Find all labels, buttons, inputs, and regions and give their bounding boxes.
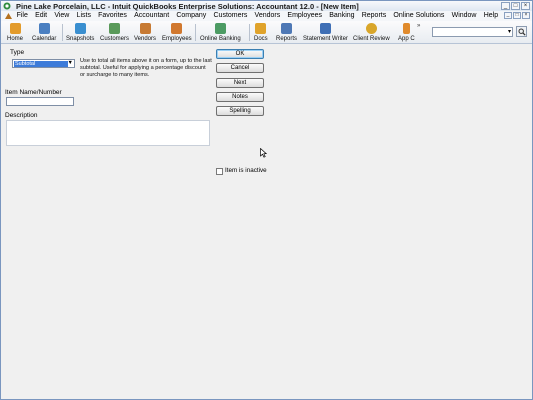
menu-window[interactable]: Window <box>448 11 480 21</box>
toolbar-separator <box>249 24 250 41</box>
client-review-icon <box>365 23 377 34</box>
search-icon <box>518 28 526 36</box>
toolbar-vendors[interactable]: Vendors <box>134 22 156 43</box>
description-label: Description <box>5 112 38 119</box>
toolbar-more-icon[interactable]: » <box>417 23 420 29</box>
menu-lists[interactable]: Lists <box>73 11 95 21</box>
child-minimize-icon[interactable]: _ <box>504 12 512 19</box>
home-icon <box>9 23 21 34</box>
reports-icon <box>281 23 292 34</box>
notes-button[interactable]: Notes <box>216 92 264 102</box>
menu-edit[interactable]: Edit <box>31 11 50 21</box>
toolbar-client-review[interactable]: Client Review <box>353 22 390 43</box>
toolbar-customers[interactable]: Customers <box>100 22 129 43</box>
menu-help[interactable]: Help <box>480 11 502 21</box>
toolbar-statement-writer[interactable]: Statement Writer <box>303 22 348 43</box>
next-button[interactable]: Next <box>216 78 264 88</box>
mouse-cursor-icon <box>260 148 267 158</box>
app-center-icon <box>402 23 410 34</box>
type-label: Type <box>10 49 25 56</box>
menu-customers[interactable]: Customers <box>210 11 251 21</box>
title-bar: Pine Lake Porcelain, LLC - Intuit QuickB… <box>1 1 532 11</box>
type-dropdown[interactable]: Subtotal ▼ <box>12 59 75 68</box>
customers-icon <box>109 23 120 34</box>
menu-employees[interactable]: Employees <box>284 11 326 21</box>
statement-writer-icon <box>319 23 331 34</box>
menu-file[interactable]: File <box>13 11 31 21</box>
type-help-text: Use to total all items above it on a for… <box>80 58 212 78</box>
toolbar-calendar[interactable]: Calendar <box>32 22 56 43</box>
toolbar-online-banking[interactable]: Online Banking <box>200 22 241 43</box>
item-name-label: Item Name/Number <box>5 89 62 96</box>
menu-favorites[interactable]: Favorites <box>95 11 131 21</box>
description-field[interactable] <box>6 120 210 146</box>
toolbar-docs[interactable]: Docs <box>254 22 268 43</box>
menu-reports[interactable]: Reports <box>358 11 390 21</box>
menu-company[interactable]: Company <box>173 11 210 21</box>
online-banking-icon <box>214 23 226 34</box>
toolbar-app-center[interactable]: App C <box>398 22 415 43</box>
icon-bar: Home Calendar Snapshots Customers Vendor… <box>1 21 532 44</box>
type-selected-value: Subtotal <box>14 61 68 67</box>
menu-banking[interactable]: Banking <box>326 11 358 21</box>
docs-icon <box>255 23 267 34</box>
quickbooks-window: Pine Lake Porcelain, LLC - Intuit QuickB… <box>0 0 533 400</box>
toolbar-separator <box>195 24 196 41</box>
document-menu-icon[interactable] <box>3 12 13 21</box>
toolbar-home[interactable]: Home <box>7 22 23 43</box>
calendar-icon <box>38 23 50 34</box>
child-restore-icon[interactable]: □ <box>513 12 521 19</box>
chevron-down-icon[interactable]: ▼ <box>68 60 73 66</box>
close-icon[interactable]: × <box>521 2 530 10</box>
cancel-button[interactable]: Cancel <box>216 63 264 73</box>
search-button[interactable] <box>516 26 527 37</box>
toolbar-snapshots[interactable]: Snapshots <box>66 22 94 43</box>
toolbar-employees[interactable]: Employees <box>162 22 192 43</box>
snapshots-icon <box>74 23 86 34</box>
item-name-field[interactable] <box>6 97 74 106</box>
maximize-icon[interactable]: □ <box>511 2 520 10</box>
quickbooks-logo-icon <box>2 2 12 11</box>
toolbar-separator <box>62 24 63 41</box>
item-inactive-label: Item is inactive <box>225 167 267 174</box>
search-input[interactable]: ▾ <box>432 27 513 37</box>
ok-button[interactable]: OK <box>216 49 264 59</box>
menu-view[interactable]: View <box>51 11 73 21</box>
minimize-icon[interactable]: _ <box>501 2 510 10</box>
child-close-icon[interactable]: × <box>522 12 530 19</box>
spelling-button[interactable]: Spelling <box>216 106 264 116</box>
vendors-icon <box>139 23 151 34</box>
toolbar-reports[interactable]: Reports <box>276 22 297 43</box>
menu-online-solutions[interactable]: Online Solutions <box>390 11 448 21</box>
item-inactive-checkbox[interactable] <box>216 168 223 175</box>
menu-vendors[interactable]: Vendors <box>251 11 284 21</box>
window-title: Pine Lake Porcelain, LLC - Intuit QuickB… <box>16 1 359 11</box>
employees-icon <box>171 23 183 34</box>
menu-bar: File Edit View Lists Favorites Accountan… <box>1 11 532 21</box>
search-dropdown-icon[interactable]: ▾ <box>508 28 511 35</box>
menu-accountant[interactable]: Accountant <box>131 11 173 21</box>
